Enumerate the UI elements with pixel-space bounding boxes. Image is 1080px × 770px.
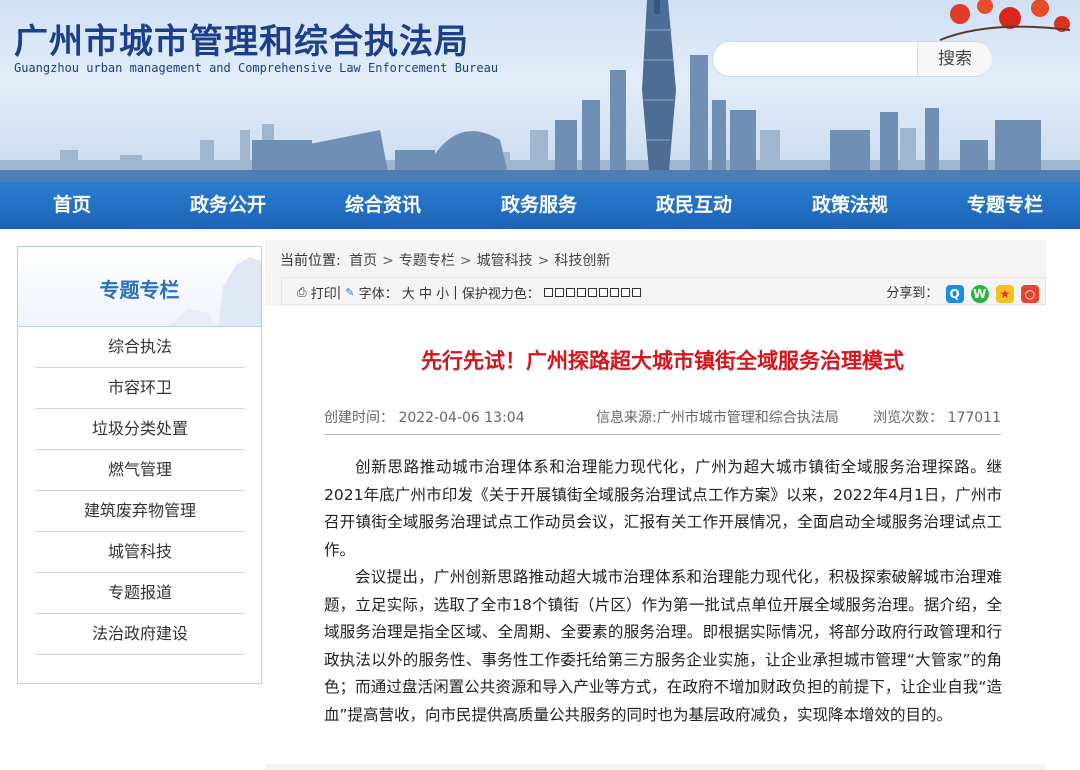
article-body: 创新思路推动城市治理体系和治理能力现代化，广州为超大城市镇街全域服务治理探路。继… <box>324 454 1002 729</box>
article-paragraph: 创新思路推动城市治理体系和治理能力现代化，广州为超大城市镇街全域服务治理探路。继… <box>324 458 1002 559</box>
nav-item-special-topics[interactable]: 专题专栏 <box>945 182 1065 229</box>
qq-share-icon[interactable]: Q <box>945 284 964 303</box>
weibo-share-icon[interactable]: ○ <box>1021 284 1039 303</box>
eye-color-swatch[interactable] <box>620 288 630 297</box>
site-subtitle: Guangzhou urban management and Comprehen… <box>14 61 499 75</box>
eye-color-swatch[interactable] <box>631 288 641 297</box>
search-input[interactable] <box>727 42 923 76</box>
font-size-medium[interactable]: 中 <box>419 287 432 302</box>
wechat-share-icon[interactable]: W <box>970 284 989 303</box>
breadcrumb-tech-innovation[interactable]: 科技创新 <box>554 253 610 269</box>
eye-care-label: 保护视力色： <box>461 287 540 302</box>
search-box: 搜索 <box>712 41 992 77</box>
print-icon[interactable]: ⎙ <box>297 285 307 299</box>
sidebar-item-sanitation[interactable]: 市容环卫 <box>35 368 245 409</box>
sidebar-item-rule-of-law[interactable]: 法治政府建设 <box>35 614 245 655</box>
sidebar-header: 专题专栏 <box>18 247 261 327</box>
eye-color-swatch[interactable] <box>609 288 619 297</box>
font-label: 字体： <box>358 287 398 302</box>
site-header: 广州市城市管理和综合执法局 Guangzhou urban management… <box>0 0 1080 182</box>
main-nav: 首页 政务公开 综合资讯 政务服务 政民互动 政策法规 专题专栏 <box>0 182 1080 229</box>
breadcrumb-special-topics[interactable]: 专题专栏 <box>399 253 455 269</box>
eye-color-swatch[interactable] <box>543 288 553 297</box>
qzone-share-icon[interactable]: ★ <box>995 284 1014 303</box>
nav-item-news[interactable]: 综合资讯 <box>323 182 443 229</box>
info-source: 信息来源:广州市城市管理和综合执法局 <box>596 410 839 426</box>
article-title: 先行先试！广州探路超大城市镇街全域服务治理模式 <box>421 349 904 373</box>
sidebar-item-enforcement[interactable]: 综合执法 <box>35 327 245 368</box>
article-toolbar: ⎙ 打印| ✎ 字体： 大 中 小 | 保护视力色： 分享到： Q W ★ ○ <box>281 277 1046 305</box>
sidebar-list: 综合执法 市容环卫 垃圾分类处置 燃气管理 建筑废弃物管理 城管科技 专题报道 … <box>35 327 245 655</box>
toolbar-divider: | <box>336 285 342 300</box>
eye-color-swatch[interactable] <box>598 288 608 297</box>
breadcrumb-separator: > <box>459 253 472 269</box>
search-button[interactable]: 搜索 <box>917 42 992 76</box>
sidebar-item-construction-waste[interactable]: 建筑废弃物管理 <box>35 491 245 532</box>
sidebar-item-reports[interactable]: 专题报道 <box>35 573 245 614</box>
nav-item-interaction[interactable]: 政民互动 <box>634 182 754 229</box>
share-label: 分享到： <box>886 286 939 301</box>
breadcrumb: 当前位置: 首页 > 专题专栏 > 城管科技 > 科技创新 <box>280 250 610 270</box>
sidebar-item-gas[interactable]: 燃气管理 <box>35 450 245 491</box>
created-time: 创建时间： 2022-04-06 13:04 <box>324 410 525 426</box>
sidebar-title: 专题专栏 <box>99 278 180 302</box>
breadcrumb-separator: > <box>537 253 550 269</box>
sidebar-item-tech[interactable]: 城管科技 <box>35 532 245 573</box>
view-count: 浏览次数： 177011 <box>873 410 1001 426</box>
sidebar-item-waste-sorting[interactable]: 垃圾分类处置 <box>35 409 245 450</box>
print-link[interactable]: 打印 <box>311 287 337 302</box>
site-title: 广州市城市管理和综合执法局 <box>14 22 469 62</box>
eye-color-swatch[interactable] <box>587 288 597 297</box>
font-icon: ✎ <box>345 286 355 299</box>
nav-item-policies[interactable]: 政策法规 <box>790 182 910 229</box>
eye-color-swatch[interactable] <box>554 288 564 297</box>
nav-item-home[interactable]: 首页 <box>12 182 132 229</box>
breadcrumb-separator: > <box>382 253 394 269</box>
sidebar: 专题专栏 综合执法 市容环卫 垃圾分类处置 燃气管理 建筑废弃物管理 城管科技 … <box>17 246 262 684</box>
font-size-large[interactable]: 大 <box>402 287 415 302</box>
breadcrumb-urban-tech[interactable]: 城管科技 <box>477 253 533 269</box>
eye-color-swatch[interactable] <box>565 288 575 297</box>
breadcrumb-home[interactable]: 首页 <box>349 253 377 269</box>
font-size-small[interactable]: 小 <box>436 287 449 302</box>
breadcrumb-lead: 当前位置: <box>280 253 341 269</box>
toolbar-divider: | <box>453 285 458 300</box>
article-paragraph: 会议提出，广州创新思路推动超大城市治理体系和治理能力现代化，积极探索破解城市治理… <box>324 568 1002 724</box>
nav-item-gov-affairs[interactable]: 政务公开 <box>168 182 288 229</box>
article-meta: 创建时间： 2022-04-06 13:04 信息来源:广州市城市管理和综合执法… <box>324 407 1001 435</box>
nav-item-gov-services[interactable]: 政务服务 <box>479 182 599 229</box>
eye-color-swatch[interactable] <box>576 288 586 297</box>
